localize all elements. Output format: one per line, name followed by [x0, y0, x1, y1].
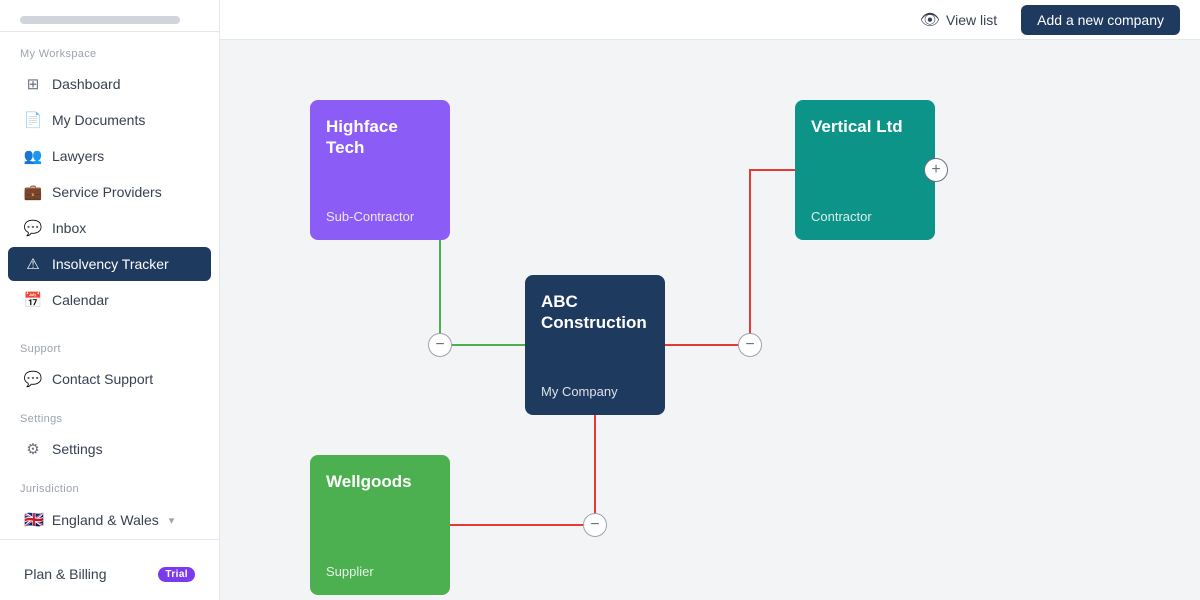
sidebar-item-label: Inbox: [52, 220, 86, 236]
sidebar-item-lawyers[interactable]: 👥 Lawyers: [8, 139, 211, 173]
sidebar-item-service-providers[interactable]: 💼 Service Providers: [8, 175, 211, 209]
card-vertical-ltd[interactable]: Vertical Ltd Contractor: [795, 100, 935, 240]
minus-icon: −: [745, 337, 754, 353]
view-list-label: View list: [946, 12, 997, 28]
sidebar-item-label: Dashboard: [52, 76, 121, 92]
grid-icon: ⊞: [24, 75, 42, 93]
sidebar-logo: [0, 0, 219, 32]
file-icon: 📄: [24, 111, 42, 129]
trial-badge: Trial: [158, 567, 195, 582]
minus-icon: −: [435, 337, 444, 353]
sidebar-item-calendar[interactable]: 📅 Calendar: [8, 283, 211, 317]
chevron-down-icon: ▾: [169, 514, 175, 527]
plan-billing[interactable]: Plan & Billing Trial: [8, 556, 211, 592]
gear-icon: ⚙: [24, 440, 42, 458]
add-company-button[interactable]: Add a new company: [1021, 5, 1180, 35]
minus-icon: −: [590, 517, 599, 533]
plus-button-vertical[interactable]: +: [924, 158, 948, 182]
sidebar-item-label: Insolvency Tracker: [52, 256, 169, 272]
plus-icon: +: [931, 162, 940, 178]
briefcase-icon: 💼: [24, 183, 42, 201]
sidebar-item-label: Calendar: [52, 292, 109, 308]
jurisdiction-label: Jurisdiction: [0, 467, 219, 501]
canvas-inner: − − − + Highface Tech Sub-Contractor Ver…: [240, 60, 1180, 580]
card-subtitle: My Company: [541, 384, 649, 399]
sidebar-item-label: Contact Support: [52, 371, 153, 387]
message-icon: 💬: [24, 219, 42, 237]
card-title: Vertical Ltd: [811, 116, 919, 137]
sidebar-item-label: Service Providers: [52, 184, 162, 200]
sidebar-item-dashboard[interactable]: ⊞ Dashboard: [8, 67, 211, 101]
jurisdiction-selector[interactable]: 🇬🇧 England & Wales ▾: [8, 502, 211, 538]
flag-icon: 🇬🇧: [24, 510, 44, 530]
workspace-label: My Workspace: [0, 32, 219, 66]
topbar: 👁 View list Add a new company: [220, 0, 1200, 40]
sidebar-item-contact-support[interactable]: 💬 Contact Support: [8, 362, 211, 396]
sidebar-item-my-documents[interactable]: 📄 My Documents: [8, 103, 211, 137]
card-subtitle: Supplier: [326, 564, 434, 579]
sidebar-item-settings[interactable]: ⚙ Settings: [8, 432, 211, 466]
settings-label: Settings: [0, 397, 219, 431]
card-subtitle: Sub-Contractor: [326, 209, 434, 224]
minus-button-green[interactable]: −: [428, 333, 452, 357]
minus-button-red-bottom[interactable]: −: [583, 513, 607, 537]
canvas: − − − + Highface Tech Sub-Contractor Ver…: [220, 40, 1200, 600]
sidebar-item-insolvency-tracker[interactable]: ⚠ Insolvency Tracker: [8, 247, 211, 281]
support-label: Support: [0, 327, 219, 361]
main-area: 👁 View list Add a new company −: [220, 0, 1200, 600]
view-list-button[interactable]: 👁 View list: [908, 4, 1009, 36]
alert-icon: ⚠: [24, 255, 42, 273]
card-wellgoods[interactable]: Wellgoods Supplier: [310, 455, 450, 595]
sidebar-item-label: Lawyers: [52, 148, 104, 164]
card-abc-construction[interactable]: ABC Construction My Company: [525, 275, 665, 415]
calendar-icon: 📅: [24, 291, 42, 309]
sidebar-item-inbox[interactable]: 💬 Inbox: [8, 211, 211, 245]
sidebar-item-label: My Documents: [52, 112, 145, 128]
jurisdiction-value: England & Wales: [52, 512, 159, 528]
minus-button-red-right[interactable]: −: [738, 333, 762, 357]
card-subtitle: Contractor: [811, 209, 919, 224]
plan-label: Plan & Billing: [24, 566, 107, 582]
sidebar-bottom: Plan & Billing Trial: [0, 539, 219, 600]
support-icon: 💬: [24, 370, 42, 388]
sidebar: My Workspace ⊞ Dashboard 📄 My Documents …: [0, 0, 220, 600]
logo-bar: [20, 16, 180, 24]
card-title: Highface Tech: [326, 116, 434, 159]
sidebar-item-label: Settings: [52, 441, 103, 457]
card-title: Wellgoods: [326, 471, 434, 492]
card-title: ABC Construction: [541, 291, 649, 334]
eye-icon: 👁: [920, 10, 940, 30]
users-icon: 👥: [24, 147, 42, 165]
card-highface-tech[interactable]: Highface Tech Sub-Contractor: [310, 100, 450, 240]
